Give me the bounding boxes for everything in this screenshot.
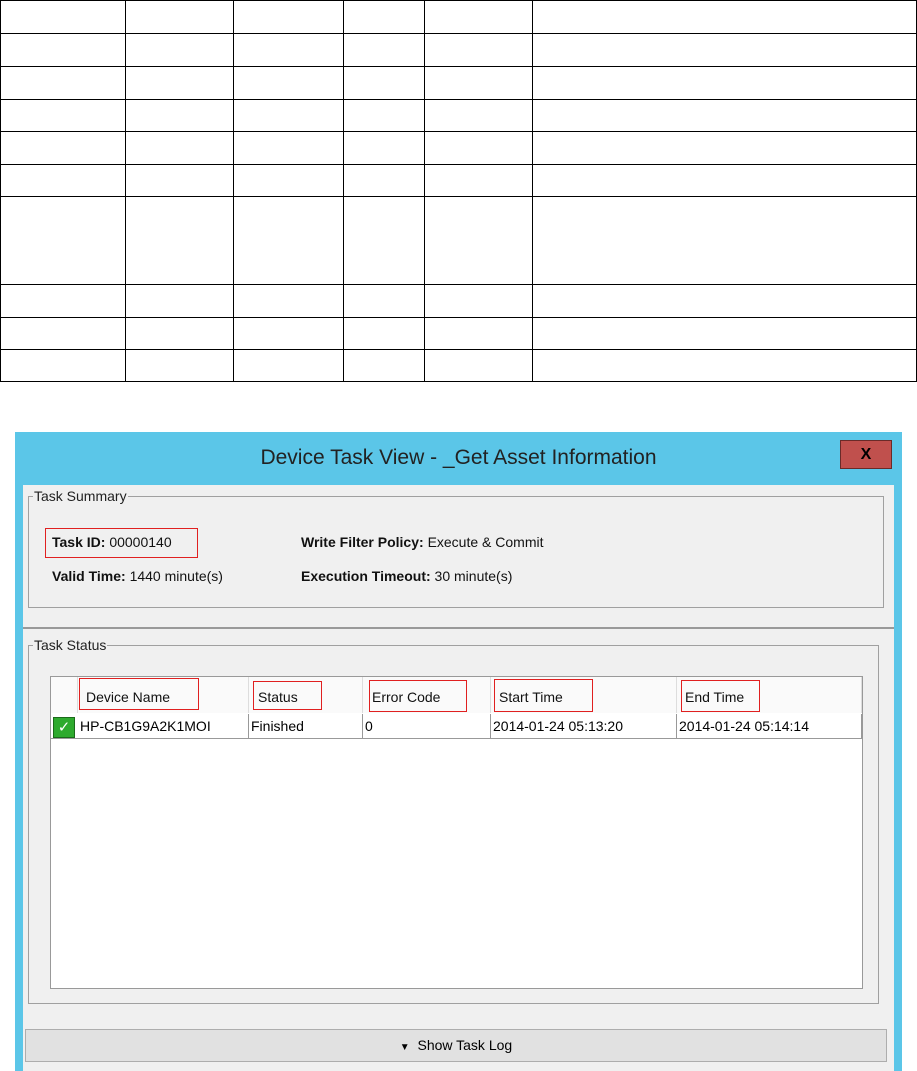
grid-cell	[342, 99, 426, 132]
grid-cell	[424, 317, 533, 350]
grid-cell	[0, 131, 127, 165]
task-summary-legend: Task Summary	[34, 488, 127, 504]
column-header-error-code[interactable]: Error Code	[363, 677, 491, 713]
grid-cell	[233, 131, 344, 165]
grid-cell	[125, 99, 235, 132]
grid-cell	[125, 0, 235, 34]
grid-cell	[342, 196, 426, 285]
grid-cell	[0, 164, 127, 197]
grid-row	[0, 349, 917, 382]
grid-cell	[342, 349, 426, 382]
grid-cell	[342, 33, 426, 67]
grid-cell	[0, 99, 127, 132]
empty-grid-table	[0, 0, 917, 382]
grid-cell	[125, 317, 235, 350]
grid-cell	[531, 349, 917, 382]
column-header-status[interactable]: Status	[249, 677, 363, 713]
grid-cell	[342, 0, 426, 34]
grid-cell	[531, 99, 917, 132]
grid-cell	[125, 196, 235, 285]
grid-cell	[424, 349, 533, 382]
grid-cell	[0, 349, 127, 382]
grid-cell	[342, 284, 426, 318]
grid-row	[0, 284, 917, 318]
grid-cell	[0, 284, 127, 318]
check-icon: ✓	[53, 717, 75, 738]
device-task-view-dialog: Device Task View - _Get Asset Informatio…	[15, 432, 902, 1071]
grid-cell	[531, 164, 917, 197]
grid-row	[0, 196, 917, 285]
grid-cell	[531, 0, 917, 34]
write-filter-policy: Write Filter Policy: Execute & Commit	[301, 534, 544, 550]
grid-cell	[424, 284, 533, 318]
triangle-down-icon: ▼	[399, 1042, 410, 1053]
grid-row	[0, 99, 917, 132]
grid-row	[0, 164, 917, 197]
task-status-table: Device Name Status Error Code Start Time…	[50, 676, 863, 989]
grid-row	[0, 131, 917, 165]
grid-cell	[233, 33, 344, 67]
grid-cell	[233, 164, 344, 197]
grid-cell	[531, 33, 917, 67]
show-task-log-button[interactable]: ▼ Show Task Log	[25, 1029, 887, 1062]
column-header-end-time[interactable]: End Time	[677, 677, 862, 713]
grid-cell	[424, 66, 533, 100]
grid-cell	[125, 349, 235, 382]
grid-cell	[125, 164, 235, 197]
grid-cell	[233, 284, 344, 318]
grid-cell	[125, 66, 235, 100]
grid-cell	[531, 196, 917, 285]
grid-cell	[531, 131, 917, 165]
grid-cell	[233, 196, 344, 285]
valid-time: Valid Time: 1440 minute(s)	[52, 568, 223, 584]
grid-cell	[0, 33, 127, 67]
grid-cell	[342, 66, 426, 100]
grid-cell	[0, 66, 127, 100]
task-id: Task ID: 00000140	[52, 534, 172, 550]
execution-timeout: Execution Timeout: 30 minute(s)	[301, 568, 513, 584]
grid-cell	[233, 0, 344, 34]
grid-cell	[233, 349, 344, 382]
grid-cell	[233, 99, 344, 132]
grid-cell	[424, 196, 533, 285]
grid-cell	[531, 284, 917, 318]
grid-cell	[0, 317, 127, 350]
grid-cell	[0, 196, 127, 285]
grid-cell	[125, 284, 235, 318]
grid-cell	[342, 164, 426, 197]
grid-row	[0, 317, 917, 350]
grid-cell	[424, 0, 533, 34]
grid-cell	[125, 33, 235, 67]
grid-cell	[424, 164, 533, 197]
grid-row	[0, 33, 917, 67]
grid-cell	[233, 317, 344, 350]
task-status-legend: Task Status	[34, 637, 107, 653]
grid-cell	[233, 66, 344, 100]
grid-cell	[342, 131, 426, 165]
grid-cell	[424, 33, 533, 67]
grid-row	[0, 66, 917, 100]
splitter[interactable]	[23, 627, 894, 629]
grid-cell	[125, 131, 235, 165]
dialog-title: Device Task View - _Get Asset Informatio…	[260, 446, 657, 469]
column-header-start-time[interactable]: Start Time	[491, 677, 677, 713]
grid-cell	[424, 99, 533, 132]
grid-cell	[342, 317, 426, 350]
close-button[interactable]: X	[840, 440, 892, 469]
grid-row	[0, 0, 917, 34]
grid-cell	[0, 0, 127, 34]
grid-cell	[424, 131, 533, 165]
column-header-device-name[interactable]: Device Name	[78, 677, 249, 713]
grid-cell	[531, 317, 917, 350]
grid-cell	[531, 66, 917, 100]
